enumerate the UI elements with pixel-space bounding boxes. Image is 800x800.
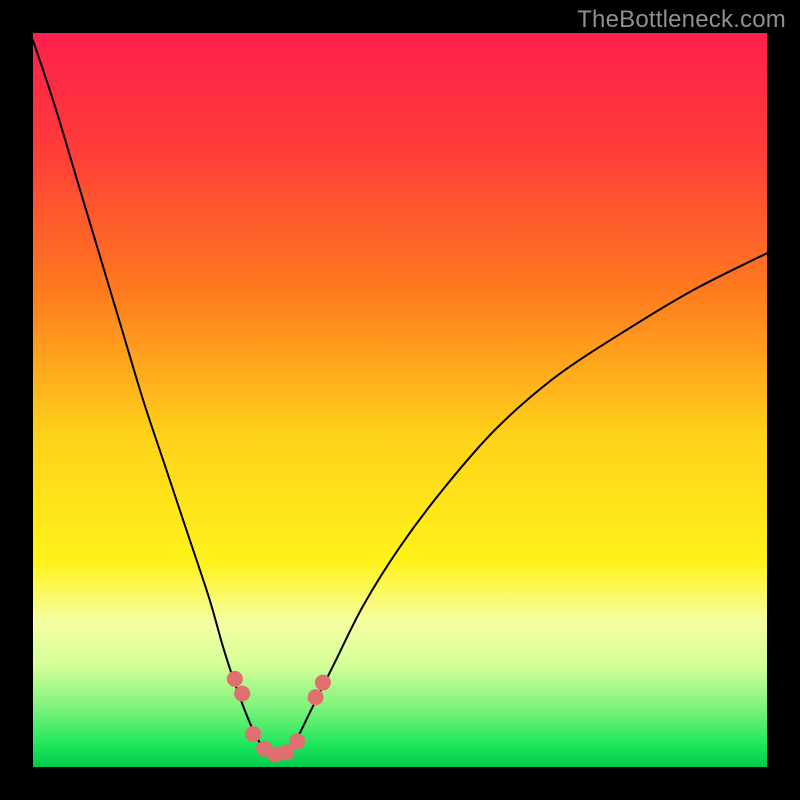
highlight-point <box>245 726 261 742</box>
highlight-point <box>289 733 305 749</box>
chart-frame: TheBottleneck.com <box>0 0 800 800</box>
watermark-text: TheBottleneck.com <box>577 6 786 34</box>
plot-area <box>33 33 767 767</box>
highlight-point <box>234 686 250 702</box>
highlight-point <box>308 689 324 705</box>
highlight-point <box>315 675 331 691</box>
highlight-point <box>227 671 243 687</box>
bottleneck-chart <box>33 33 767 767</box>
